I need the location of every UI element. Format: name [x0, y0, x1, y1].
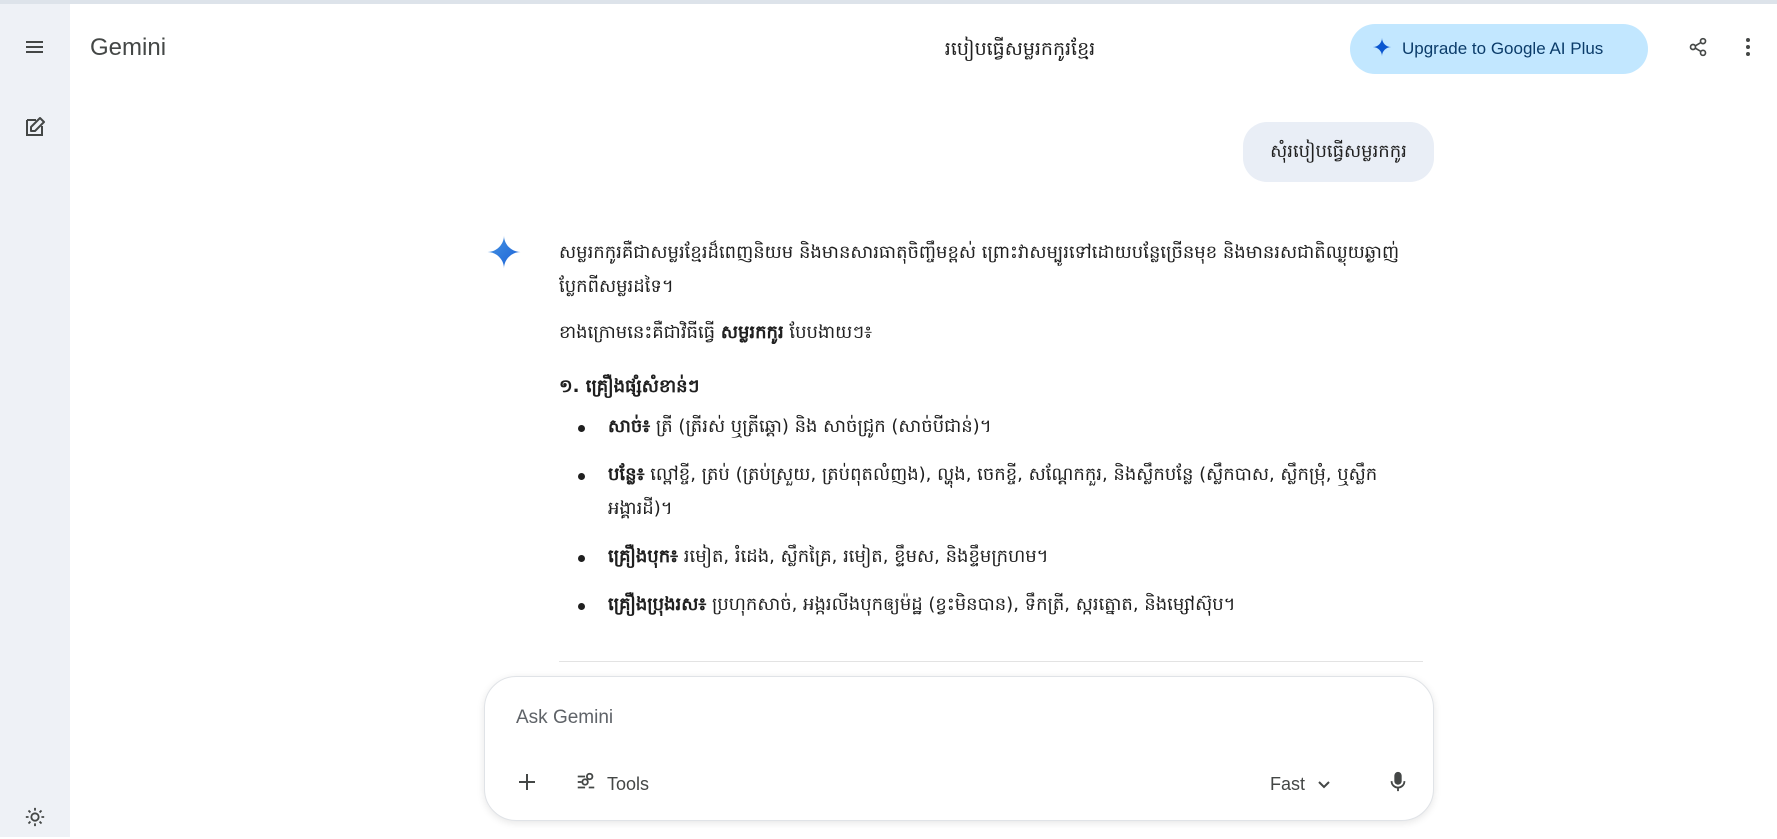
side-rail [0, 4, 70, 837]
list-item: គ្រឿងប្រុងរស៖ ប្រហុកសាច់, អង្ករលីងបុកឲ្យ… [559, 588, 1429, 622]
response-lead: ខាងក្រោមនេះគឺជាវិធីធ្វើ សម្លរកកូរ បែបងាយ… [559, 322, 873, 343]
user-message: សុំរបៀបធ្វើសម្លរកកូរ [1243, 122, 1434, 182]
list-item: បន្លែ៖ ល្ពៅខ្ចី, ត្រប់ (ត្រប់ស្រួយ, ត្រប… [559, 458, 1429, 526]
more-vert-icon [1745, 37, 1751, 61]
divider [559, 661, 1423, 662]
add-button[interactable] [507, 764, 547, 804]
edit-icon [23, 115, 47, 143]
tools-button[interactable]: Tools [575, 764, 649, 804]
response-lead-bold: សម្លរកកូរ [720, 322, 784, 343]
model-mode-selector[interactable]: Fast [1270, 764, 1331, 804]
menu-button[interactable] [10, 29, 60, 69]
settings-button[interactable] [10, 799, 60, 839]
plus-icon [517, 772, 537, 796]
share-button[interactable] [1682, 33, 1714, 65]
upgrade-label: Upgrade to Google AI Plus [1402, 39, 1604, 58]
gear-icon [24, 806, 46, 832]
prompt-composer: Ask Gemini Tools Fast [484, 676, 1434, 821]
menu-icon [25, 39, 45, 59]
chevron-down-icon [1317, 774, 1331, 795]
top-bar: Gemini របៀបធ្វើសម្លរកកូរខ្មែរ Upgrade to… [70, 4, 1777, 94]
user-message-text: សុំរបៀបធ្វើសម្លរកកូរ [1270, 140, 1407, 162]
chat-title[interactable]: របៀបធ្វើសម្លរកកូរខ្មែរ [770, 37, 1270, 65]
list-item: សាច់៖ ត្រី (ត្រីរស់ ឬត្រីឆ្តោ) និង សាច់ជ… [559, 410, 1429, 444]
prompt-input[interactable]: Ask Gemini [516, 707, 613, 729]
app-brand[interactable]: Gemini [90, 34, 166, 62]
upgrade-button[interactable]: Upgrade to Google AI Plus [1350, 24, 1648, 74]
ingredient-list: សាច់៖ ត្រី (ត្រីរស់ ឬត្រីឆ្តោ) និង សាច់ជ… [559, 410, 1429, 622]
share-icon [1688, 37, 1708, 61]
response-intro: សម្លរកកូរគឺជាសម្លរខ្មែរដ៏ពេញនិយម និងមានស… [559, 242, 1400, 297]
more-options-button[interactable] [1732, 33, 1764, 65]
mode-label: Fast [1270, 773, 1306, 794]
list-item: គ្រឿងបុក៖ រមៀត, រំដេង, ស្លឹកគ្រៃ, រមៀត, … [559, 540, 1429, 574]
new-chat-button[interactable] [10, 109, 60, 149]
section-heading: ១. គ្រឿងផ្សំសំខាន់ៗ [559, 376, 700, 397]
tools-icon [575, 771, 597, 798]
sparkle-icon [1372, 37, 1392, 62]
mic-icon [1389, 771, 1407, 797]
tools-label: Tools [607, 773, 650, 794]
microphone-button[interactable] [1378, 764, 1418, 804]
gemini-spark-icon [486, 234, 522, 270]
model-response: សម្លរកកូរគឺជាសម្លរខ្មែរដ៏ពេញនិយម និងមានស… [559, 236, 1429, 636]
